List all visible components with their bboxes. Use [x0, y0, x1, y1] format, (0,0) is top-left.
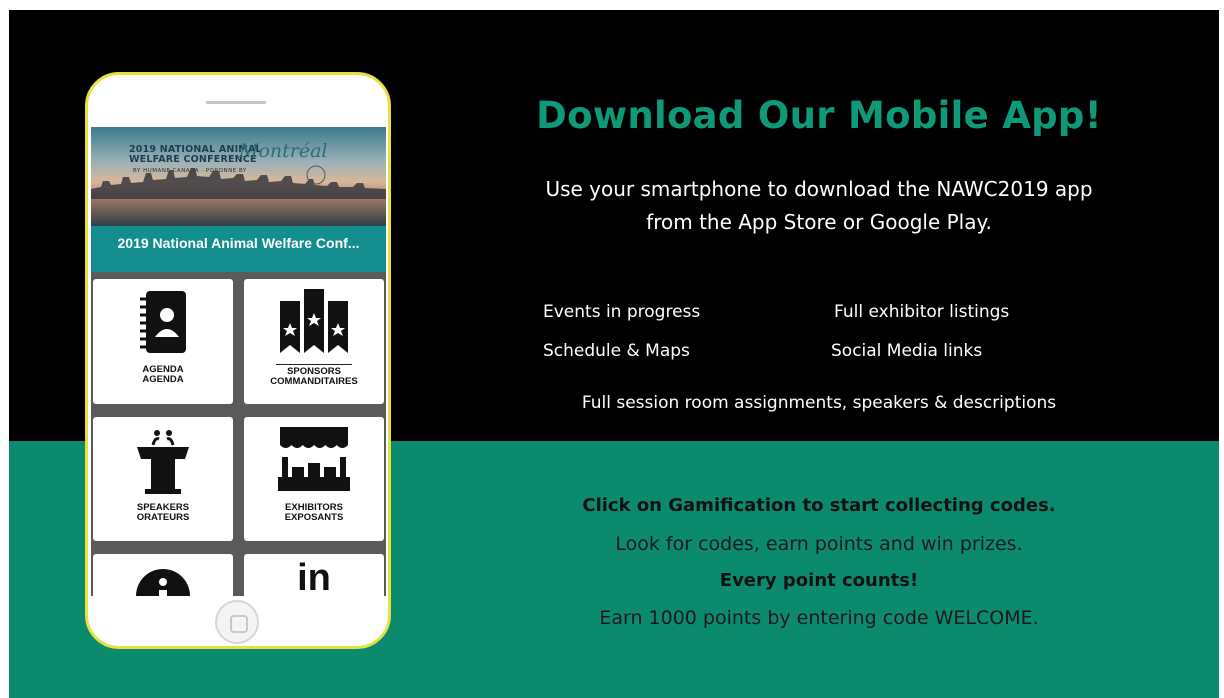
exhibitors-tile[interactable]: EXHIBITORS EXPOSANTS — [244, 417, 384, 541]
feature-exhibitor-listings: Full exhibitor listings — [834, 302, 1010, 322]
info-icon — [136, 569, 190, 596]
promo-intro-line2: from the App Store or Google Play. — [646, 210, 992, 234]
podium-icon — [137, 430, 189, 494]
speakers-label-fr: ORATEURS — [136, 512, 190, 523]
gamification-line2: Look for codes, earn points and win priz… — [615, 533, 1023, 555]
speakers-tile[interactable]: SPEAKERS ORATEURS — [93, 417, 233, 541]
info-tile[interactable] — [93, 554, 233, 596]
linkedin-tile[interactable]: in — [244, 554, 384, 596]
promo-heading: Download Our Mobile App! — [536, 94, 1102, 137]
feature-social-media-links: Social Media links — [831, 341, 983, 361]
banner-subtitle: BY HUMANE CANADA · PORONNE BY — [133, 168, 247, 174]
gamification-line4: Earn 1000 points by entering code WELCOM… — [599, 607, 1039, 629]
conference-banner: 2019 NATIONAL ANIMAL WELFARE CONFERENCE … — [91, 127, 386, 227]
gamification-line3: Every point counts! — [719, 570, 919, 591]
sponsors-label-fr: COMMANDITAIRES — [270, 376, 358, 387]
phone-home-button — [215, 600, 259, 644]
exhibitors-label-fr: EXPOSANTS — [284, 512, 344, 523]
banner-script-title: Montréal — [239, 140, 328, 162]
promo-intro: Use your smartphone to download the NAWC… — [419, 173, 1219, 239]
feature-session-rooms: Full session room assignments, speakers … — [581, 393, 1057, 413]
phone-mockup: 2019 NATIONAL ANIMAL WELFARE CONFERENCE … — [85, 72, 391, 649]
app-title: 2019 National Animal Welfare Conf... — [117, 235, 360, 251]
ribbon-stars-icon — [280, 289, 348, 353]
market-stall-icon — [278, 427, 350, 491]
phone-speaker — [206, 101, 266, 104]
address-book-icon — [140, 291, 186, 353]
promo-canvas: 2019 NATIONAL ANIMAL WELFARE CONFERENCE … — [9, 10, 1219, 698]
linkedin-icon: in — [297, 557, 331, 596]
sponsors-tile[interactable]: SPONSORS COMMANDITAIRES — [244, 279, 384, 404]
feature-events-in-progress: Events in progress — [543, 302, 701, 322]
agenda-label-fr: AGENDA — [142, 374, 184, 385]
agenda-tile[interactable]: AGENDA AGENDA — [93, 279, 233, 404]
phone-screen: 2019 NATIONAL ANIMAL WELFARE CONFERENCE … — [91, 127, 386, 596]
feature-schedule-maps: Schedule & Maps — [543, 341, 690, 361]
promo-intro-line1: Use your smartphone to download the NAWC… — [545, 177, 1093, 201]
gamification-line1: Click on Gamification to start collectin… — [582, 495, 1056, 516]
